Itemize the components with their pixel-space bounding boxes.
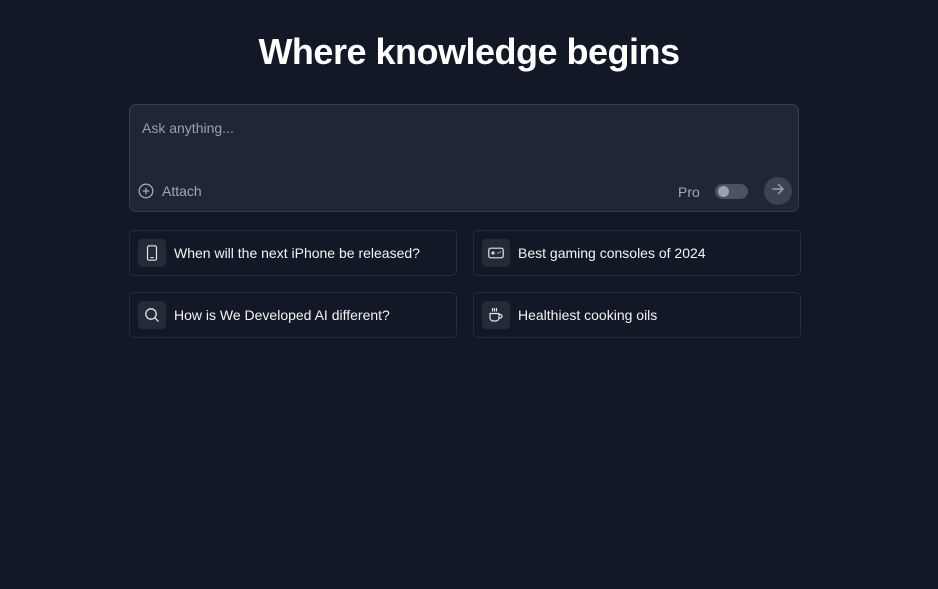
suggestion-label: Healthiest cooking oils xyxy=(518,307,658,323)
page-title: Where knowledge begins xyxy=(258,31,680,72)
attach-label: Attach xyxy=(162,183,202,199)
suggestion-card[interactable]: When will the next iPhone be released? xyxy=(129,230,457,276)
send-button[interactable] xyxy=(764,177,792,205)
ask-input[interactable] xyxy=(142,117,782,139)
arrow-right-icon xyxy=(771,182,785,201)
suggestion-label: When will the next iPhone be released? xyxy=(174,245,420,261)
toggle-knob xyxy=(718,186,729,197)
gamepad-icon xyxy=(482,239,510,267)
suggestion-label: Best gaming consoles of 2024 xyxy=(518,245,706,261)
suggestion-card[interactable]: Best gaming consoles of 2024 xyxy=(473,230,801,276)
search-icon xyxy=(138,301,166,329)
pro-label: Pro xyxy=(678,184,700,200)
attach-button[interactable]: Attach xyxy=(138,181,202,201)
suggestion-label: How is We Developed AI different? xyxy=(174,307,390,323)
ask-box: Attach Pro xyxy=(129,104,799,212)
suggestion-card[interactable]: How is We Developed AI different? xyxy=(129,292,457,338)
smartphone-icon xyxy=(138,239,166,267)
pro-toggle[interactable] xyxy=(715,184,748,199)
page: Where knowledge begins Attach Pro xyxy=(0,0,938,589)
coffee-cup-icon xyxy=(482,301,510,329)
suggestion-card[interactable]: Healthiest cooking oils xyxy=(473,292,801,338)
plus-circle-icon xyxy=(138,183,154,199)
